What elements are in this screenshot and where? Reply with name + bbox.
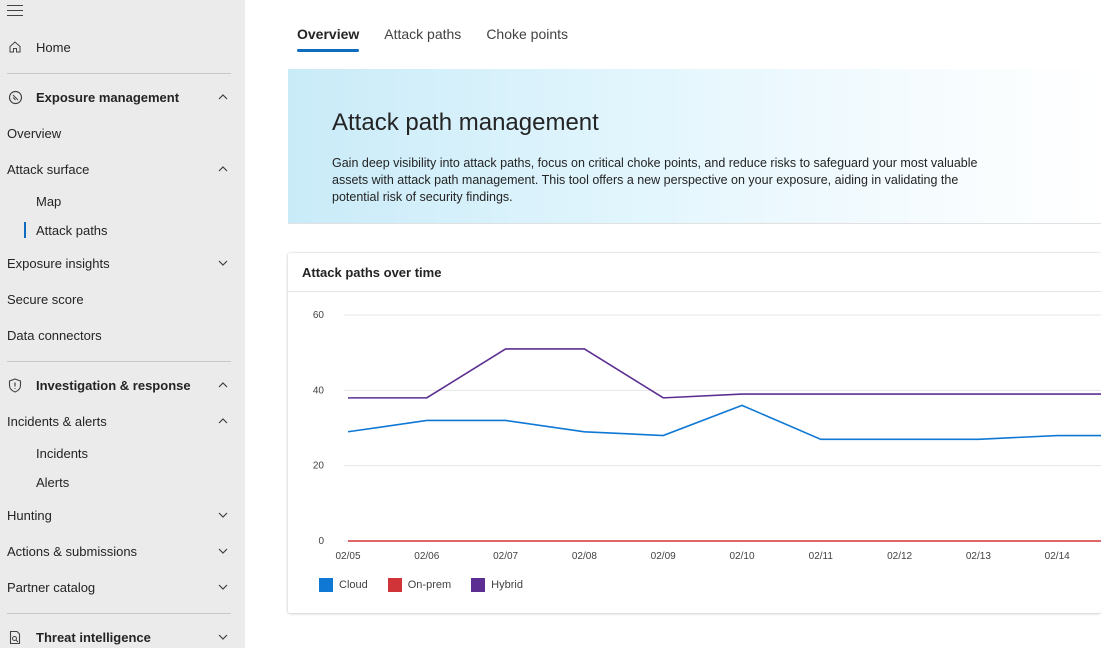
sidebar-item-map[interactable]: Map — [0, 185, 245, 217]
sidebar-section-label: Exposure management — [36, 89, 180, 105]
sidebar-item-label: Attack paths — [36, 222, 108, 238]
exposure-icon — [7, 89, 23, 105]
sidebar-item-exposure-insights[interactable]: Exposure insights — [0, 247, 245, 279]
series-line-cloud[interactable] — [347, 404, 1101, 441]
tab-bar: Overview Attack paths Choke points — [297, 26, 593, 52]
sidebar-item-actions-submissions[interactable]: Actions & submissions — [0, 535, 245, 567]
legend-item[interactable]: On-prem — [387, 578, 452, 592]
line-chart: 0 20 40 60 02/05 02/06 02/07 02/08 02/09 02/10 02/… — [313, 310, 1101, 562]
sidebar-item-label: Incidents — [36, 445, 89, 461]
sidebar-item-label: Attack surface — [7, 161, 90, 177]
sidebar-item-label: Alerts — [36, 474, 70, 490]
sidebar-item-label: Incidents & alerts — [7, 413, 107, 429]
divider — [7, 73, 231, 74]
sidebar: Home Exposure management Overview Attack… — [0, 0, 245, 648]
sidebar-item-label: Overview — [7, 125, 62, 141]
sidebar-section-investigation-response[interactable]: Investigation & response — [0, 369, 245, 401]
legend-item[interactable]: Cloud — [319, 578, 368, 592]
x-tick-label: 02/06 — [414, 551, 439, 562]
chevron-up-icon[interactable] — [217, 163, 229, 175]
chevron-down-icon[interactable] — [217, 581, 229, 593]
chevron-down-icon[interactable] — [217, 631, 229, 643]
x-tick-label: 02/14 — [1045, 551, 1070, 562]
x-tick-label: 02/12 — [887, 551, 912, 562]
sidebar-item-label: Data connectors — [7, 327, 102, 343]
threat-intelligence-icon — [7, 629, 23, 645]
chevron-down-icon[interactable] — [217, 545, 229, 557]
hero-banner: Attack path management Gain deep visibil… — [288, 69, 1101, 224]
y-tick-label: 20 — [313, 461, 325, 472]
legend-label: Cloud — [339, 579, 368, 591]
sidebar-section-exposure-management[interactable]: Exposure management — [0, 81, 245, 113]
tab-attack-paths[interactable]: Attack paths — [384, 26, 461, 50]
divider — [7, 613, 231, 614]
sidebar-item-home[interactable]: Home — [0, 31, 245, 63]
sidebar-item-attack-surface[interactable]: Attack surface — [0, 153, 245, 185]
sidebar-section-label: Threat intelligence — [36, 629, 151, 645]
sidebar-section-threat-intelligence[interactable]: Threat intelligence — [0, 621, 245, 653]
shield-icon — [7, 377, 23, 393]
sidebar-item-hunting[interactable]: Hunting — [0, 499, 245, 531]
legend-swatch — [319, 578, 333, 592]
sidebar-item-label: Actions & submissions — [7, 543, 138, 559]
chevron-down-icon[interactable] — [217, 257, 229, 269]
y-tick-label: 60 — [313, 310, 325, 321]
sidebar-item-data-connectors[interactable]: Data connectors — [0, 319, 245, 351]
sidebar-item-partner-catalog[interactable]: Partner catalog — [0, 571, 245, 603]
sidebar-item-secure-score[interactable]: Secure score — [0, 283, 245, 315]
x-tick-label: 02/09 — [651, 551, 676, 562]
chart-card: Attack paths over time 0 20 40 60 02/05 02/06… — [288, 253, 1101, 613]
legend-item[interactable]: Hybrid — [471, 578, 523, 592]
legend-swatch — [387, 578, 402, 592]
x-tick-label: 02/08 — [572, 551, 597, 562]
x-tick-label: 02/07 — [493, 551, 518, 562]
legend-swatch — [471, 578, 486, 592]
sidebar-section-label: Investigation & response — [36, 377, 191, 393]
sidebar-item-label: Home — [36, 39, 71, 55]
sidebar-item-incidents[interactable]: Incidents — [0, 437, 245, 469]
home-icon — [7, 39, 23, 55]
sidebar-item-incidents-alerts[interactable]: Incidents & alerts — [0, 405, 245, 437]
chevron-down-icon[interactable] — [217, 509, 229, 521]
hamburger-menu-icon[interactable] — [7, 5, 23, 17]
sidebar-item-alerts[interactable]: Alerts — [0, 466, 245, 498]
divider — [7, 361, 231, 362]
legend-label: Hybrid — [491, 579, 523, 591]
chart-legend: Cloud On-prem Hybrid — [319, 578, 543, 592]
chevron-up-icon[interactable] — [217, 379, 229, 391]
sidebar-item-attack-paths[interactable]: Attack paths — [0, 214, 245, 246]
y-tick-label: 40 — [313, 385, 325, 396]
page-title: Attack path management — [332, 109, 599, 136]
legend-label: On-prem — [407, 579, 452, 591]
x-tick-label: 02/13 — [966, 551, 991, 562]
tab-overview[interactable]: Overview — [297, 26, 360, 52]
banner-description: Gain deep visibility into attack paths, … — [332, 156, 978, 204]
sidebar-item-label: Hunting — [7, 507, 52, 523]
x-tick-label: 02/05 — [335, 551, 360, 562]
sidebar-item-label: Map — [36, 193, 62, 209]
chevron-up-icon[interactable] — [217, 415, 229, 427]
sidebar-item-overview[interactable]: Overview — [0, 117, 245, 149]
x-tick-label: 02/10 — [729, 551, 754, 562]
tab-choke-points[interactable]: Choke points — [486, 26, 568, 50]
chevron-up-icon[interactable] — [217, 91, 229, 103]
sidebar-item-label: Partner catalog — [7, 579, 96, 595]
sidebar-item-label: Exposure insights — [7, 255, 110, 271]
y-tick-label: 0 — [318, 536, 324, 547]
x-tick-label: 02/11 — [809, 551, 834, 562]
sidebar-item-label: Secure score — [7, 291, 84, 307]
